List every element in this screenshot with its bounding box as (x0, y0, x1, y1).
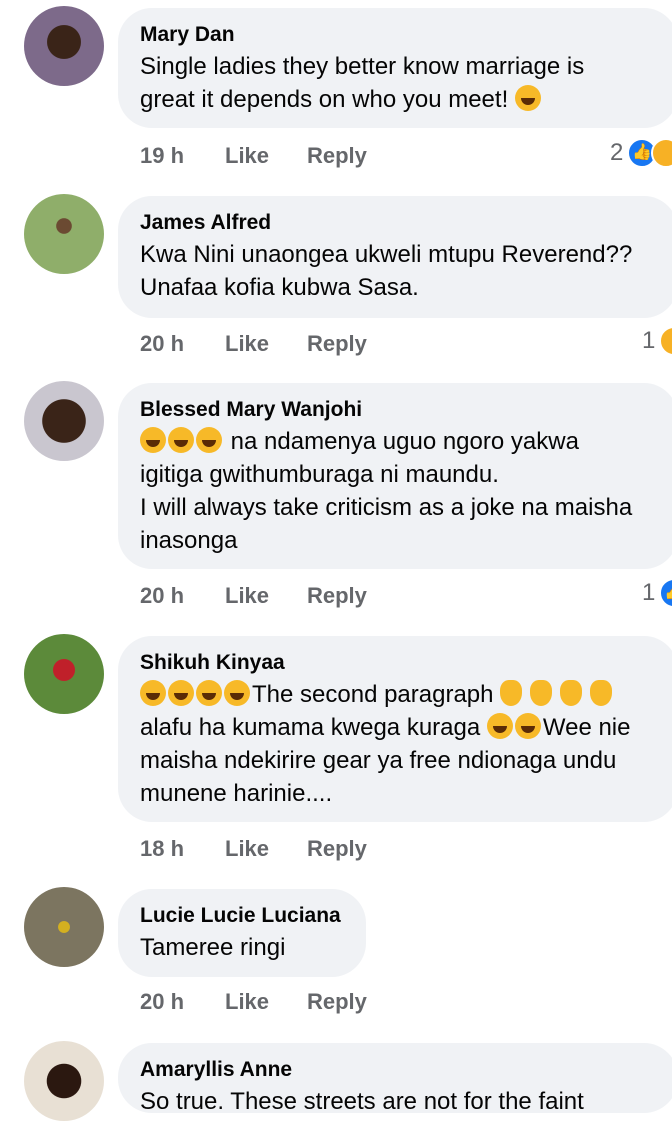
comment-bubble[interactable]: James Alfred Kwa Nini unaongea ukweli mt… (118, 196, 672, 318)
comment-text: na ndamenya uguo ngoro yakwa igitiga gwit… (140, 427, 633, 554)
like-button[interactable]: Like (225, 143, 269, 169)
laughing-emoji-icon (196, 680, 222, 706)
comment-bubble[interactable]: Blessed Mary Wanjohi na ndamenya uguo ng… (118, 383, 672, 569)
reaction-summary[interactable]: 1 👍 (642, 578, 672, 608)
comment-bubble[interactable]: Mary Dan Single ladies they better know … (118, 8, 672, 128)
laughing-emoji-icon (140, 427, 166, 453)
like-button[interactable]: Like (225, 331, 269, 357)
laughing-emoji-icon (196, 427, 222, 453)
reply-button[interactable]: Reply (307, 331, 367, 357)
avatar[interactable] (24, 194, 104, 274)
comment-text: So true. These streets are not for the f… (140, 1088, 584, 1115)
reply-button[interactable]: Reply (307, 143, 367, 169)
laughing-emoji-icon (168, 680, 194, 706)
reply-button[interactable]: Reply (307, 583, 367, 609)
comment-time[interactable]: 19 h (140, 143, 184, 169)
like-button[interactable]: Like (225, 989, 269, 1015)
ok-hand-icon (530, 680, 553, 706)
reply-button[interactable]: Reply (307, 836, 367, 862)
laughing-emoji-icon (486, 713, 513, 739)
haha-reaction-icon (659, 326, 672, 356)
like-button[interactable]: Like (225, 836, 269, 862)
avatar[interactable] (24, 6, 104, 86)
avatar[interactable] (24, 887, 104, 967)
reaction-summary[interactable]: 1 (642, 326, 672, 356)
thumbs-up-icon: 👍 (659, 578, 672, 608)
laughing-emoji-icon (514, 85, 541, 111)
comment-time[interactable]: 20 h (140, 989, 184, 1015)
avatar[interactable] (24, 381, 104, 461)
comment-time[interactable]: 18 h (140, 836, 184, 862)
laughing-emoji-icon (224, 680, 250, 706)
like-button[interactable]: Like (225, 583, 269, 609)
comment-author[interactable]: Lucie Lucie Luciana (140, 903, 344, 929)
laughing-emoji-icon (514, 713, 541, 739)
comment-bubble[interactable]: Lucie Lucie Luciana Tameree ringi (118, 889, 366, 977)
reply-button[interactable]: Reply (307, 989, 367, 1015)
comment-author[interactable]: Amaryllis Anne (140, 1057, 656, 1083)
reaction-count: 1 (642, 327, 656, 354)
comment-text: Tameree ringi (140, 934, 286, 961)
comment-bubble[interactable]: Shikuh Kinyaa The second paragraph alafu… (118, 636, 672, 822)
reaction-count: 1 (642, 579, 656, 606)
ok-hand-icon (590, 680, 613, 706)
comment-author[interactable]: Shikuh Kinyaa (140, 650, 656, 676)
comment-text: Kwa Nini unaongea ukweli mtupu Reverend?… (140, 241, 633, 301)
avatar[interactable] (24, 1041, 104, 1121)
comment-text: Single ladies they better know marriage … (140, 53, 585, 113)
avatar[interactable] (24, 634, 104, 714)
comment-author[interactable]: James Alfred (140, 210, 656, 236)
comment-text: The second paragraph alafu ha kumama kwe… (140, 680, 631, 807)
reaction-summary[interactable]: 2 👍 (610, 138, 672, 168)
comment-bubble[interactable]: Amaryllis Anne So true. These streets ar… (118, 1043, 672, 1115)
laughing-emoji-icon (140, 680, 166, 706)
reaction-count: 2 (610, 139, 624, 166)
comment-author[interactable]: Blessed Mary Wanjohi (140, 397, 656, 423)
comment-time[interactable]: 20 h (140, 583, 184, 609)
ok-hand-icon (500, 680, 523, 706)
comment-author[interactable]: Mary Dan (140, 22, 656, 48)
haha-reaction-icon (651, 138, 672, 168)
ok-hand-icon (560, 680, 583, 706)
laughing-emoji-icon (168, 427, 194, 453)
comment-time[interactable]: 20 h (140, 331, 184, 357)
